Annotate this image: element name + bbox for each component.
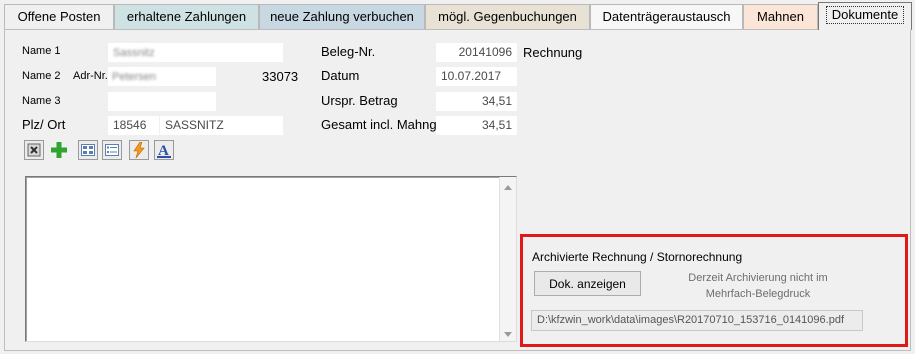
- archive-section: Archivierte Rechnung / Stornorechnung Do…: [520, 234, 908, 347]
- name3-label: Name 3: [22, 95, 61, 107]
- scroll-down-icon: [504, 326, 512, 340]
- grid-view-icon: [81, 144, 95, 156]
- grid-view-button[interactable]: [78, 140, 98, 160]
- datum-label: Datum: [321, 68, 360, 83]
- name3-field[interactable]: [108, 92, 216, 111]
- tab-strip: Offene Posten erhaltene Zahlungen neue Z…: [0, 0, 915, 30]
- scroll-up-icon: [504, 179, 512, 193]
- tab-moegl-gegenbuchungen[interactable]: mögl. Gegenbuchungen: [425, 4, 590, 29]
- show-document-button[interactable]: Dok. anzeigen: [534, 271, 641, 296]
- plz-ort-label: Plz/ Ort: [22, 117, 66, 132]
- name1-label: Name 1: [22, 45, 61, 57]
- name2-field[interactable]: Petersen: [108, 67, 216, 86]
- tab-dokumente[interactable]: Dokumente: [818, 2, 912, 30]
- svg-text:A: A: [158, 143, 169, 158]
- lightning-icon: [132, 142, 146, 158]
- beleg-nr-label: Beleg-Nr.: [321, 44, 376, 59]
- tab-mahnen[interactable]: Mahnen: [743, 4, 818, 29]
- font-icon: A: [157, 142, 171, 158]
- tab-offene-posten[interactable]: Offene Posten: [4, 4, 114, 29]
- scroll-down-button[interactable]: [500, 324, 516, 341]
- archive-title: Archivierte Rechnung / Stornorechnung: [532, 250, 743, 264]
- name2-label: Name 2: [22, 70, 61, 82]
- tab-neue-zahlung-verbuchen[interactable]: neue Zahlung verbuchen: [259, 4, 425, 29]
- notes-scrollbar[interactable]: [499, 177, 516, 341]
- archive-note: Derzeit Archivierung nicht im Mehrfach-B…: [688, 272, 828, 300]
- adr-nr-value: Petersen: [112, 71, 157, 83]
- adr-nr-label: Adr-Nr.: [73, 70, 108, 82]
- beleg-type: Rechnung: [523, 45, 583, 60]
- adr-number: 33073: [262, 69, 299, 84]
- tab-erhaltene-zahlungen[interactable]: erhaltene Zahlungen: [114, 4, 259, 29]
- delete-icon: [27, 143, 41, 157]
- betrag-label: Urspr. Betrag: [321, 93, 398, 108]
- gesamt-field[interactable]: 34,51: [436, 116, 517, 135]
- scroll-up-button[interactable]: [500, 177, 516, 194]
- add-button[interactable]: [49, 140, 69, 160]
- notes-textarea[interactable]: [25, 176, 517, 342]
- ort-field[interactable]: SASSNITZ: [160, 116, 283, 135]
- delete-button[interactable]: [24, 140, 44, 160]
- add-icon: [50, 141, 68, 159]
- tab-datentraegeraustausch[interactable]: Datenträgeraustausch: [590, 4, 743, 29]
- plz-field[interactable]: 18546: [108, 116, 159, 135]
- lightning-button[interactable]: [129, 140, 149, 160]
- name1-value: Sassnitz: [113, 47, 155, 59]
- datum-field[interactable]: 10.07.2017: [436, 67, 517, 86]
- list-view-button[interactable]: [102, 140, 122, 160]
- betrag-field[interactable]: 34,51: [436, 92, 517, 111]
- font-button[interactable]: A: [154, 140, 174, 160]
- list-view-icon: [105, 144, 119, 156]
- name1-field[interactable]: Sassnitz: [108, 43, 283, 62]
- beleg-nr-field[interactable]: 20141096: [436, 43, 517, 62]
- gesamt-label: Gesamt incl. Mahng.: [321, 117, 441, 132]
- document-path-field[interactable]: D:\kfzwin_work\data\images\R20170710_153…: [531, 310, 863, 331]
